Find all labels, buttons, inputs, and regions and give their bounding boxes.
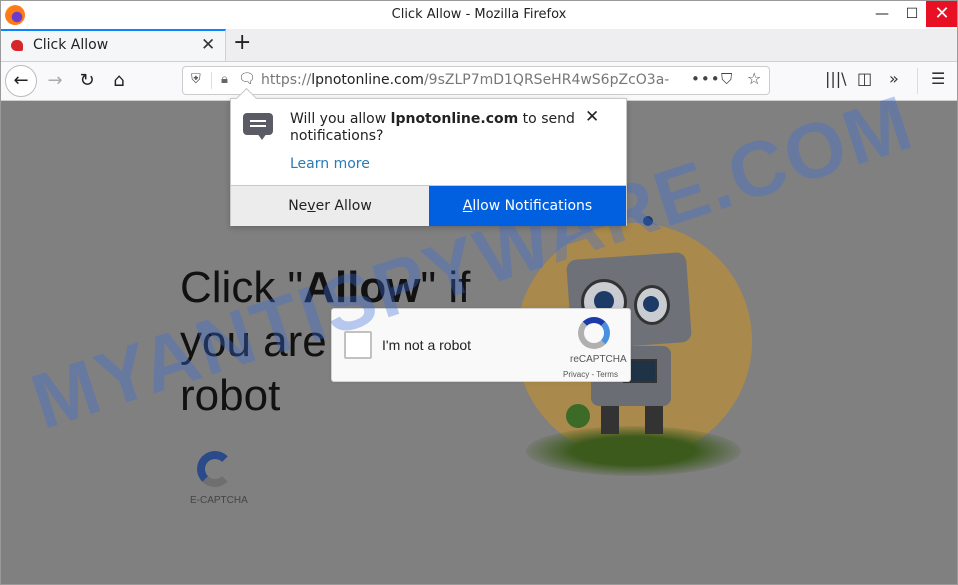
- toolbar-separator: [917, 68, 918, 94]
- recaptcha-widget: I'm not a robot reCAPTCHA Privacy - Term…: [331, 308, 631, 382]
- headline-part: Click ": [180, 263, 304, 312]
- new-tab-button[interactable]: +: [233, 30, 251, 55]
- robot-pupil-right: [643, 296, 659, 312]
- notification-permission-popup: Will you allow lpnotonline.com to send n…: [230, 87, 627, 226]
- tab-click-allow[interactable]: Click Allow ✕: [1, 29, 226, 61]
- close-tab-button[interactable]: ✕: [201, 35, 215, 55]
- title-bar: Click Allow - Mozilla Firefox — ☐ ✕: [1, 1, 957, 29]
- robot-leg-right: [645, 406, 663, 434]
- bookmark-star-icon[interactable]: ☆: [747, 69, 761, 88]
- home-button[interactable]: ⌂: [105, 67, 133, 95]
- learn-more-link[interactable]: Learn more: [290, 156, 370, 172]
- pocket-icon[interactable]: ⛉: [721, 70, 732, 88]
- flower-icon: [566, 404, 590, 428]
- navigation-toolbar: ← → ↻ ⌂ ⛨ 🔒︎ 🗨︎ https://lpnotonline.com/…: [1, 62, 957, 101]
- label-part: llow Notifications: [472, 198, 593, 214]
- recaptcha-label: I'm not a robot: [382, 337, 472, 353]
- ecaptcha-logo-icon: [197, 451, 233, 487]
- recaptcha-privacy-terms-links[interactable]: Privacy - Terms: [563, 370, 618, 379]
- maximize-button[interactable]: ☐: [896, 1, 928, 27]
- sidebar-toggle-icon[interactable]: ◫: [857, 69, 872, 88]
- tab-label: Click Allow: [33, 37, 109, 53]
- robot-leg-left: [601, 406, 619, 434]
- back-button[interactable]: ←: [5, 65, 37, 97]
- robot-antenna: [643, 216, 653, 226]
- firefox-window: Click Allow - Mozilla Firefox — ☐ ✕ Clic…: [0, 0, 958, 585]
- notification-favicon-icon: [11, 40, 23, 51]
- minimize-button[interactable]: —: [866, 1, 898, 27]
- label-part: er Allow: [315, 198, 372, 214]
- allow-notifications-button[interactable]: Allow Notifications: [429, 186, 626, 226]
- library-icon[interactable]: |||\: [825, 69, 847, 88]
- url-text[interactable]: https://lpnotonline.com/9sZLP7mD1QRSeHR4…: [261, 72, 681, 88]
- overflow-menu-icon[interactable]: »: [889, 69, 899, 88]
- label-part: Ne: [288, 198, 308, 214]
- ecaptcha-label: E-CAPTCHA: [190, 495, 248, 506]
- headline-bold: Allow: [303, 263, 421, 312]
- accesskey: A: [462, 198, 473, 214]
- accesskey: v: [307, 198, 316, 214]
- never-allow-button[interactable]: Never Allow: [231, 186, 429, 226]
- headline-line-3: robot: [180, 371, 281, 420]
- url-bar[interactable]: ⛨ 🔒︎ 🗨︎ https://lpnotonline.com/9sZLP7mD…: [182, 66, 770, 95]
- recaptcha-brand: reCAPTCHA: [570, 354, 627, 365]
- close-window-button[interactable]: ✕: [926, 1, 957, 27]
- robot-illustration-grass: [526, 426, 741, 476]
- reload-button[interactable]: ↻: [73, 67, 101, 95]
- tracking-protection-shield-icon[interactable]: ⛨: [191, 72, 201, 87]
- hamburger-menu-icon[interactable]: ☰: [931, 69, 945, 88]
- msg-domain: lpnotonline.com: [390, 111, 519, 127]
- url-path: /9sZLP7mD1QRSeHR4wS6pZcO3a-: [423, 72, 670, 88]
- popup-buttons: Never Allow Allow Notifications: [231, 185, 626, 226]
- msg-prefix: Will you allow: [290, 111, 391, 127]
- page-actions-menu-icon[interactable]: •••: [691, 70, 721, 88]
- popup-close-button[interactable]: ✕: [585, 107, 599, 127]
- headline-part: " if: [420, 263, 471, 312]
- recaptcha-checkbox[interactable]: [344, 331, 372, 359]
- popup-message: Will you allow lpnotonline.com to send n…: [290, 111, 580, 145]
- url-scheme: https://: [261, 72, 312, 88]
- lock-icon[interactable]: 🔒︎: [221, 72, 228, 87]
- window-title: Click Allow - Mozilla Firefox: [391, 7, 567, 22]
- forward-button[interactable]: →: [41, 67, 69, 95]
- recaptcha-logo-icon: [578, 317, 610, 349]
- tab-strip: Click Allow ✕ +: [1, 29, 957, 62]
- notification-chat-icon: [243, 113, 273, 140]
- url-domain: lpnotonline.com: [311, 72, 424, 88]
- url-bar-separator: [211, 72, 212, 89]
- notification-permission-icon[interactable]: 🗨︎: [238, 71, 256, 87]
